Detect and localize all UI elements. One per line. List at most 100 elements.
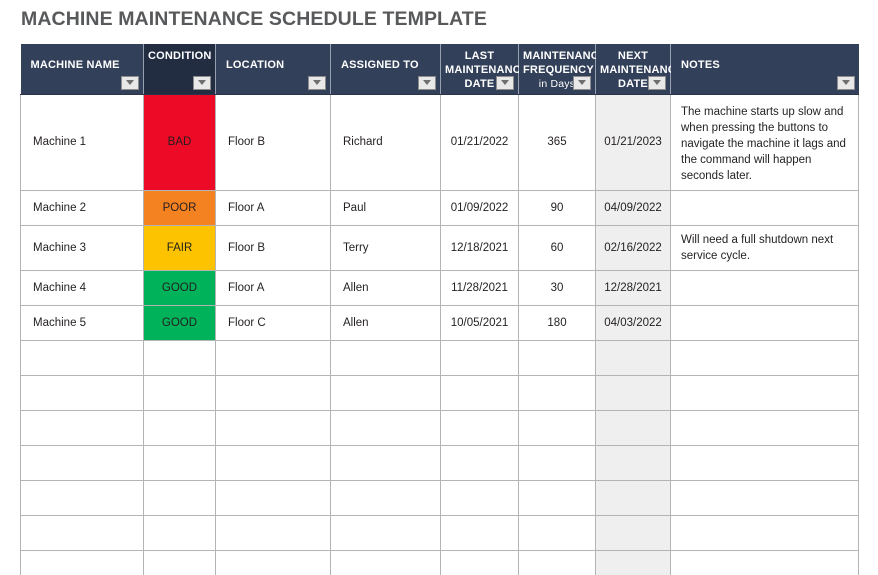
table-row-empty[interactable] <box>20 410 859 447</box>
cell-condition[interactable] <box>143 375 216 412</box>
cell-machine-name[interactable]: Machine 3 <box>20 224 144 272</box>
cell-next-maintenance-date[interactable] <box>595 550 671 575</box>
cell-condition[interactable]: GOOD <box>143 305 216 342</box>
cell-last-maintenance-date[interactable] <box>440 340 519 377</box>
cell-machine-name[interactable] <box>20 445 144 482</box>
cell-location[interactable] <box>215 410 331 447</box>
cell-location[interactable] <box>215 480 331 517</box>
cell-next-maintenance-date[interactable]: 12/28/2021 <box>595 270 671 307</box>
cell-location[interactable]: Floor C <box>215 305 331 342</box>
filter-dropdown-last-maintenance-date[interactable] <box>496 75 514 90</box>
cell-notes[interactable] <box>670 550 859 575</box>
cell-last-maintenance-date[interactable] <box>440 515 519 552</box>
table-row-empty[interactable] <box>20 550 859 575</box>
cell-assigned-to[interactable]: Terry <box>330 224 441 272</box>
cell-notes[interactable] <box>670 189 859 226</box>
cell-notes[interactable] <box>670 270 859 307</box>
cell-next-maintenance-date[interactable] <box>595 340 671 377</box>
cell-last-maintenance-date[interactable] <box>440 550 519 575</box>
cell-next-maintenance-date[interactable] <box>595 515 671 552</box>
cell-assigned-to[interactable]: Paul <box>330 189 441 226</box>
cell-assigned-to[interactable]: Richard <box>330 93 441 191</box>
cell-next-maintenance-date[interactable] <box>595 480 671 517</box>
filter-dropdown-next-maintenance-date[interactable] <box>648 75 666 90</box>
cell-last-maintenance-date[interactable]: 10/05/2021 <box>440 305 519 342</box>
column-header-assigned-to[interactable]: ASSIGNED TO <box>330 44 441 95</box>
cell-location[interactable]: Floor B <box>215 93 331 191</box>
cell-condition[interactable] <box>143 445 216 482</box>
cell-maintenance-frequency[interactable] <box>518 375 596 412</box>
table-row-empty[interactable] <box>20 340 859 377</box>
cell-machine-name[interactable] <box>20 375 144 412</box>
cell-maintenance-frequency[interactable]: 30 <box>518 270 596 307</box>
cell-notes[interactable]: Will need a full shutdown next service c… <box>670 224 859 272</box>
filter-dropdown-machine-name[interactable] <box>121 75 139 90</box>
cell-last-maintenance-date[interactable] <box>440 375 519 412</box>
cell-machine-name[interactable] <box>20 550 144 575</box>
cell-last-maintenance-date[interactable]: 01/09/2022 <box>440 189 519 226</box>
table-row[interactable]: Machine 4 GOOD Floor A Allen 11/28/2021 30 12/… <box>20 270 859 307</box>
table-row-empty[interactable] <box>20 480 859 517</box>
table-row-empty[interactable] <box>20 375 859 412</box>
cell-assigned-to[interactable] <box>330 515 441 552</box>
cell-last-maintenance-date[interactable]: 11/28/2021 <box>440 270 519 307</box>
cell-maintenance-frequency[interactable] <box>518 445 596 482</box>
table-row[interactable]: Machine 1 BAD Floor B Richard 01/21/2022 365 0… <box>20 93 859 191</box>
cell-condition[interactable]: FAIR <box>143 224 216 272</box>
filter-dropdown-notes[interactable] <box>836 75 855 90</box>
cell-notes[interactable] <box>670 305 859 342</box>
cell-notes[interactable] <box>670 375 859 412</box>
filter-dropdown-location[interactable] <box>308 75 326 90</box>
cell-condition[interactable] <box>143 340 216 377</box>
cell-location[interactable]: Floor A <box>215 189 331 226</box>
cell-next-maintenance-date[interactable]: 04/03/2022 <box>595 305 671 342</box>
cell-next-maintenance-date[interactable] <box>595 445 671 482</box>
cell-location[interactable]: Floor B <box>215 224 331 272</box>
table-row-empty[interactable] <box>20 515 859 552</box>
cell-assigned-to[interactable]: Allen <box>330 270 441 307</box>
filter-dropdown-maintenance-frequency[interactable] <box>573 75 591 90</box>
cell-maintenance-frequency[interactable] <box>518 410 596 447</box>
column-header-next-maintenance-date[interactable]: NEXT MAINTENANCE DATE <box>595 44 683 95</box>
cell-notes[interactable] <box>670 480 859 517</box>
cell-condition[interactable]: GOOD <box>143 270 216 307</box>
cell-condition[interactable]: BAD <box>143 93 216 191</box>
cell-assigned-to[interactable] <box>330 340 441 377</box>
cell-maintenance-frequency[interactable] <box>518 550 596 575</box>
table-row[interactable]: Machine 2 POOR Floor A Paul 01/09/2022 90 04/0… <box>20 189 859 226</box>
column-header-machine-name[interactable]: MACHINE NAME <box>20 44 144 95</box>
column-header-maintenance-frequency[interactable]: MAINTENANCE FREQUENCY in Days <box>518 44 606 95</box>
cell-notes[interactable]: The machine starts up slow and when pres… <box>670 93 859 191</box>
cell-location[interactable] <box>215 550 331 575</box>
column-header-notes[interactable]: NOTES <box>670 44 859 95</box>
cell-last-maintenance-date[interactable] <box>440 445 519 482</box>
cell-last-maintenance-date[interactable] <box>440 410 519 447</box>
cell-machine-name[interactable]: Machine 5 <box>20 305 144 342</box>
cell-last-maintenance-date[interactable]: 12/18/2021 <box>440 224 519 272</box>
cell-next-maintenance-date[interactable]: 02/16/2022 <box>595 224 671 272</box>
cell-machine-name[interactable]: Machine 4 <box>20 270 144 307</box>
column-header-condition[interactable]: CONDITION <box>143 44 216 95</box>
cell-condition[interactable] <box>143 515 216 552</box>
cell-maintenance-frequency[interactable]: 60 <box>518 224 596 272</box>
cell-notes[interactable] <box>670 445 859 482</box>
cell-last-maintenance-date[interactable]: 01/21/2022 <box>440 93 519 191</box>
cell-location[interactable] <box>215 340 331 377</box>
cell-maintenance-frequency[interactable]: 365 <box>518 93 596 191</box>
cell-machine-name[interactable] <box>20 480 144 517</box>
cell-condition[interactable] <box>143 480 216 517</box>
cell-location[interactable]: Floor A <box>215 270 331 307</box>
cell-location[interactable] <box>215 445 331 482</box>
cell-notes[interactable] <box>670 515 859 552</box>
cell-maintenance-frequency[interactable]: 90 <box>518 189 596 226</box>
cell-maintenance-frequency[interactable] <box>518 515 596 552</box>
cell-machine-name[interactable]: Machine 2 <box>20 189 144 226</box>
cell-assigned-to[interactable]: Allen <box>330 305 441 342</box>
cell-assigned-to[interactable] <box>330 480 441 517</box>
cell-machine-name[interactable] <box>20 340 144 377</box>
cell-last-maintenance-date[interactable] <box>440 480 519 517</box>
cell-next-maintenance-date[interactable]: 01/21/2023 <box>595 93 671 191</box>
filter-dropdown-condition[interactable] <box>193 75 211 90</box>
cell-location[interactable] <box>215 515 331 552</box>
cell-notes[interactable] <box>670 340 859 377</box>
